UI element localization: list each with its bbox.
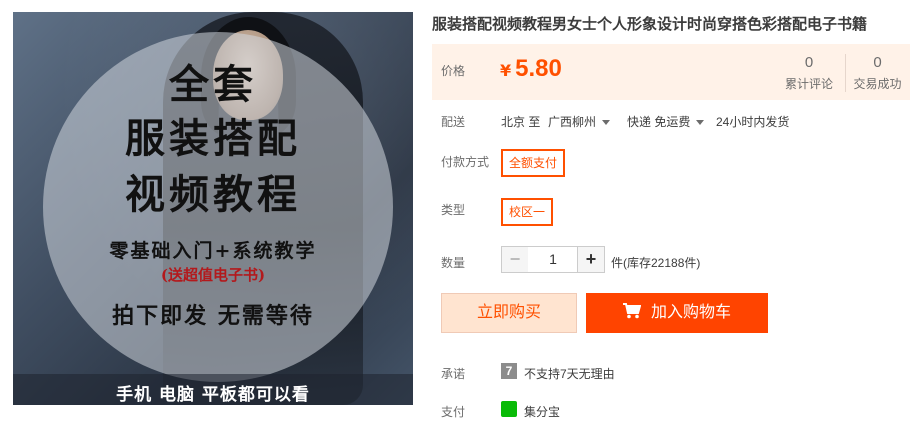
quantity-decrease-button[interactable]: − xyxy=(501,246,529,273)
sales-count: 0 xyxy=(873,54,882,71)
comments-stat[interactable]: 0 累计评论 xyxy=(777,54,841,92)
product-title: 服装搭配视频教程男女士个人形象设计时尚穿搭色彩搭配电子书籍 xyxy=(432,16,868,33)
chevron-down-icon xyxy=(602,120,611,126)
jifenbao-icon xyxy=(501,401,517,417)
promise-label: 承诺 xyxy=(441,367,466,381)
type-label: 类型 xyxy=(441,203,466,217)
delivery-from: 北京 至 xyxy=(501,115,541,129)
type-option-campus-1[interactable]: 校区一 xyxy=(501,198,554,226)
image-tagline: 拍下即发 无需等待 xyxy=(112,304,314,329)
promise-text: 不支持7天无理由 xyxy=(524,367,615,381)
image-bonus-note: (送超值电子书) xyxy=(160,266,266,284)
image-headline-3: 视频教程 xyxy=(125,172,301,218)
image-headline-1: 全套 xyxy=(169,62,257,108)
quantity-input[interactable]: 1 xyxy=(528,246,578,273)
pay-row-label: 支付 xyxy=(441,405,466,419)
price-panel: 价格 ¥5.80 0 累计评论 0 交易成功 xyxy=(432,44,910,100)
shipping-method: 快递 免运费 xyxy=(627,115,691,129)
stock-info: 件(库存22188件) xyxy=(611,256,701,270)
product-image[interactable]: 全套 服装搭配 视频教程 零基础入门+系统教学 (送超值电子书) 拍下即发 无需… xyxy=(13,12,413,405)
quantity-increase-button[interactable]: + xyxy=(577,246,605,273)
shipping-method-select[interactable]: 快递 免运费 xyxy=(627,113,705,130)
payment-option-full[interactable]: 全额支付 xyxy=(501,149,566,177)
price-amount: 5.80 xyxy=(515,55,562,82)
image-bottom-text: 手机 电脑 平板都可以看 xyxy=(116,385,310,405)
delivery-destination-select[interactable]: 广西柳州 xyxy=(548,113,611,130)
sales-stat: 0 交易成功 xyxy=(845,54,909,92)
delivery-label: 配送 xyxy=(441,115,466,129)
payment-label: 付款方式 xyxy=(441,155,490,169)
add-to-cart-button[interactable]: 加入购物车 xyxy=(586,293,768,333)
sales-label: 交易成功 xyxy=(853,77,902,91)
shopping-cart-icon xyxy=(622,303,641,319)
price-label: 价格 xyxy=(441,64,466,78)
seven-day-icon: 7 xyxy=(501,363,517,379)
image-subtitle: 零基础入门+系统教学 xyxy=(109,240,317,262)
comments-label: 累计评论 xyxy=(784,77,833,91)
dispatch-time: 24小时内发货 xyxy=(716,115,790,129)
pay-row-text: 集分宝 xyxy=(524,405,561,419)
add-to-cart-label: 加入购物车 xyxy=(650,304,731,321)
image-headline-2: 服装搭配 xyxy=(125,116,301,162)
delivery-destination: 广西柳州 xyxy=(548,115,597,129)
quantity-label: 数量 xyxy=(441,256,466,270)
chevron-down-icon xyxy=(696,120,705,126)
buy-now-button[interactable]: 立即购买 xyxy=(441,293,577,333)
price-value: ¥5.80 xyxy=(500,55,562,83)
price-currency: ¥ xyxy=(500,61,512,80)
comments-count: 0 xyxy=(804,54,814,71)
